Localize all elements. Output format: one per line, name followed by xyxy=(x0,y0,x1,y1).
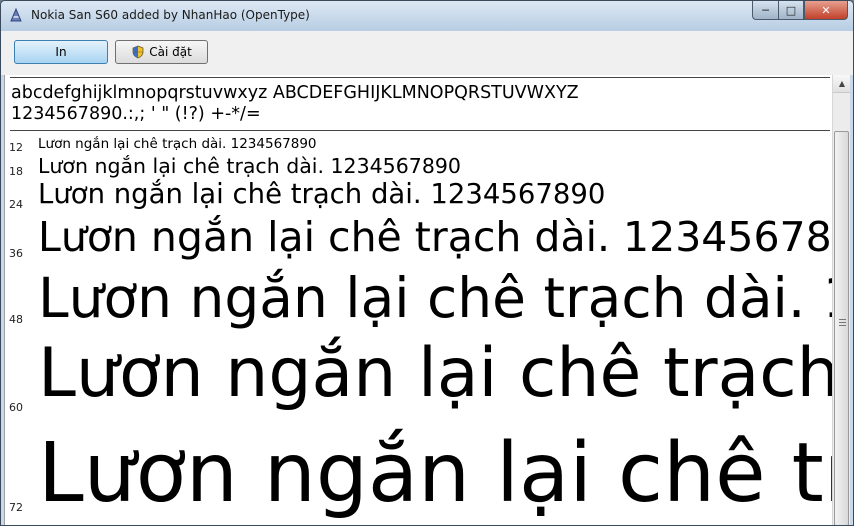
size-label: 36 xyxy=(9,247,23,260)
sample-text: Lươn ngắn lại chê trạch dài. 1234567890 xyxy=(38,178,606,210)
sample-text: Lươn ngắn lại chê trạch dài. 1234567890 xyxy=(38,266,853,330)
toolbar: In Cài đặt xyxy=(1,31,853,76)
sample-text: Lươn ngắn lại chê trạch dài. 1234567890 xyxy=(38,426,854,521)
install-button-label: Cài đặt xyxy=(149,45,192,59)
grip-line xyxy=(839,319,846,320)
scrollbar-thumb[interactable] xyxy=(834,131,849,525)
window-controls: ─ □ ✕ xyxy=(752,1,848,21)
scroll-up-button[interactable]: ▲ xyxy=(833,75,851,93)
size-label: 48 xyxy=(9,313,23,326)
size-label: 24 xyxy=(9,198,23,211)
charset-line-digits: 1234567890.:,; ' " (!?) +-*/= xyxy=(11,104,261,124)
font-icon xyxy=(10,8,22,22)
sample-text: Lươn ngắn lại chê trạch dài. 1234567890 xyxy=(38,334,853,413)
window-border xyxy=(850,75,853,525)
grip-line xyxy=(839,325,846,326)
maximize-button[interactable]: □ xyxy=(778,1,804,20)
separator xyxy=(10,130,830,131)
minimize-icon: ─ xyxy=(762,3,769,17)
charset-line-letters: abcdefghijklmnopqrstuvwxyz ABCDEFGHIJKLM… xyxy=(11,83,579,103)
sample-text: Lươn ngắn lại chê trạch dài. 1234567890 xyxy=(38,154,461,178)
size-label: 60 xyxy=(9,401,23,414)
maximize-icon: □ xyxy=(785,3,797,17)
close-button[interactable]: ✕ xyxy=(804,1,848,20)
title-bar[interactable]: Nokia San S60 added by NhanHao (OpenType… xyxy=(1,1,853,31)
sample-text: Lươn ngắn lại chê trạch dài. 1234567890 xyxy=(38,136,317,152)
font-viewer-window: Nokia San S60 added by NhanHao (OpenType… xyxy=(0,0,854,526)
print-button[interactable]: In xyxy=(14,40,108,64)
font-preview-area: abcdefghijklmnopqrstuvwxyz ABCDEFGHIJKLM… xyxy=(4,75,853,525)
size-label: 18 xyxy=(9,165,23,178)
grip-line xyxy=(839,322,846,323)
print-button-label: In xyxy=(55,45,67,59)
minimize-button[interactable]: ─ xyxy=(752,1,778,20)
chevron-up-icon: ▲ xyxy=(838,79,846,88)
sample-text: Lươn ngắn lại chê trạch dài. 1234567890 xyxy=(38,213,854,261)
vertical-scrollbar[interactable]: ▲ xyxy=(832,75,851,525)
install-button[interactable]: Cài đặt xyxy=(115,40,208,64)
window-title: Nokia San S60 added by NhanHao (OpenType… xyxy=(31,8,310,22)
separator xyxy=(10,77,830,78)
close-icon: ✕ xyxy=(821,3,831,17)
uac-shield-icon xyxy=(132,45,144,59)
size-label: 72 xyxy=(9,501,23,514)
size-label: 12 xyxy=(9,141,23,154)
character-set: abcdefghijklmnopqrstuvwxyz ABCDEFGHIJKLM… xyxy=(11,83,579,125)
